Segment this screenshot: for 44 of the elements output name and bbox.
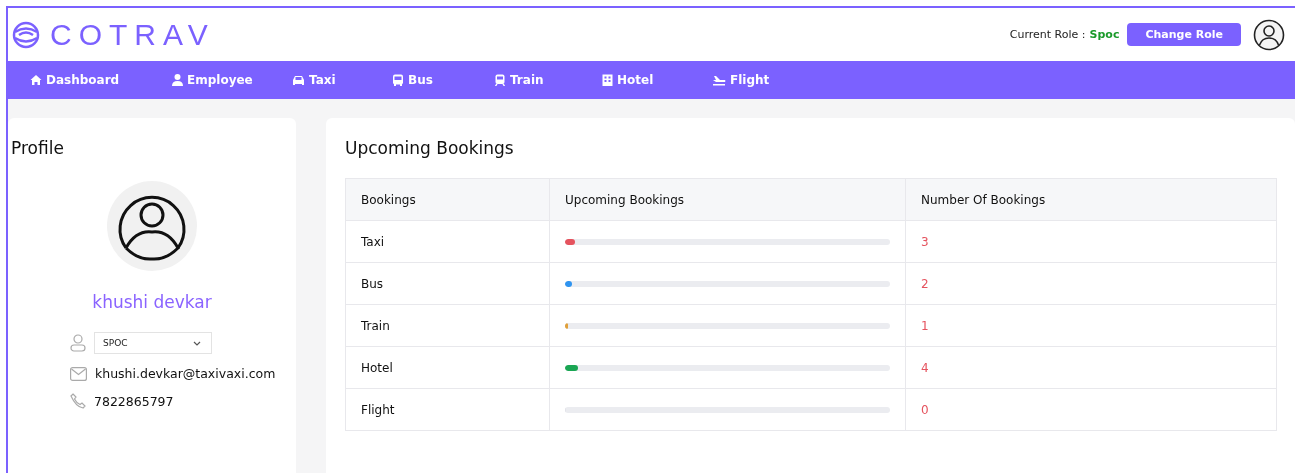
current-role-value: Spoc (1089, 28, 1120, 41)
nav-link[interactable]: Train (494, 73, 602, 87)
current-role-label: Current Role : (1009, 28, 1086, 41)
table-cell: Hotel (345, 346, 550, 389)
nav-link[interactable]: Flight (712, 73, 822, 87)
email-text: khushi.devkar@taxivaxi.com (95, 366, 276, 381)
home-icon (30, 74, 42, 86)
nav-link[interactable]: Employee (172, 73, 292, 87)
table-cell: Taxi (345, 220, 550, 263)
logo-icon (10, 20, 42, 49)
nav-link[interactable]: Dashboard (30, 73, 172, 87)
nav-link[interactable]: Hotel (602, 73, 712, 87)
plane-icon (712, 74, 726, 86)
nav-link[interactable]: Bus (392, 73, 494, 87)
chevron-icon (193, 340, 201, 346)
column-header: Number Of Bookings (905, 178, 1277, 221)
change-role-button[interactable]: Change Role (1127, 23, 1241, 46)
table-cell: Flight (345, 388, 550, 431)
column-header: Bookings (345, 178, 550, 221)
profile-name: khushi devkar (92, 292, 212, 312)
mail-icon (70, 366, 87, 381)
avatar-icon (106, 180, 198, 272)
profile-title: Profile (11, 138, 64, 158)
phone-icon (70, 393, 86, 409)
nav-link[interactable]: Taxi (292, 73, 392, 87)
bus-icon (392, 74, 404, 86)
table-cell: 0 (905, 388, 1277, 431)
phone-number: 7822865797 (94, 393, 174, 409)
table-cell: 3 (905, 220, 1277, 263)
person-icon (70, 334, 86, 352)
logo-text: COTRAV (50, 17, 215, 52)
table-cell: Train (345, 304, 550, 347)
car-icon (292, 74, 305, 86)
person-icon (172, 74, 183, 86)
table-cell: 2 (905, 262, 1277, 305)
role-select[interactable]: SPOC (94, 332, 212, 354)
table-cell: Bus (345, 262, 550, 305)
train-icon (494, 74, 506, 86)
user-avatar-icon[interactable] (1253, 18, 1285, 51)
table-cell: 1 (905, 304, 1277, 347)
building-icon (602, 74, 613, 86)
bookings-title: Upcoming Bookings (345, 138, 515, 158)
column-header: Upcoming Bookings (549, 178, 906, 221)
table-cell: 4 (905, 346, 1277, 389)
